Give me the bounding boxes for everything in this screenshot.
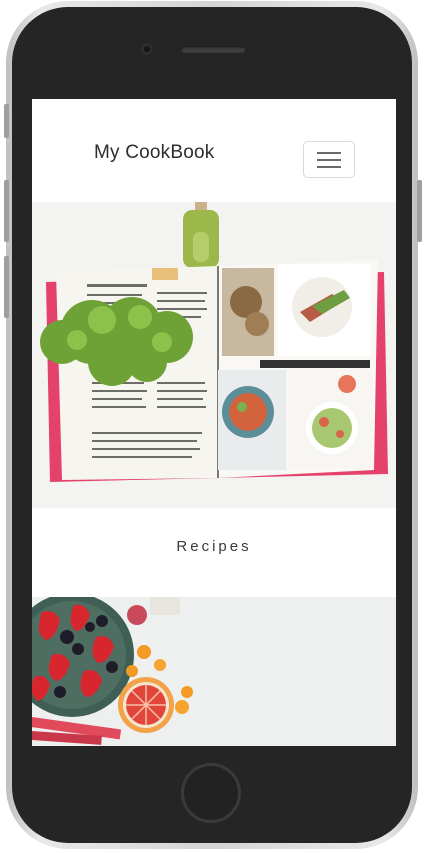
- recipes-card-body[interactable]: Recipes: [32, 508, 396, 597]
- menu-toggle-button[interactable]: [303, 141, 355, 178]
- screen: My CookBook Recipes: [32, 99, 396, 746]
- brand-title[interactable]: My CookBook: [94, 142, 214, 164]
- recipes-card-image[interactable]: [32, 202, 396, 508]
- volume-up-button: [4, 180, 9, 242]
- navbar: My CookBook: [32, 99, 396, 202]
- open-cookbook-photo: [32, 202, 396, 508]
- front-camera: [141, 43, 153, 55]
- recipes-caption[interactable]: Recipes: [32, 538, 396, 555]
- volume-down-button: [4, 256, 9, 318]
- power-button: [417, 180, 422, 242]
- home-button[interactable]: [181, 763, 241, 823]
- fruit-bowl-photo: [32, 597, 396, 746]
- speaker-grille: [181, 46, 246, 53]
- mute-switch: [4, 104, 9, 138]
- fruit-card-image[interactable]: [32, 597, 396, 746]
